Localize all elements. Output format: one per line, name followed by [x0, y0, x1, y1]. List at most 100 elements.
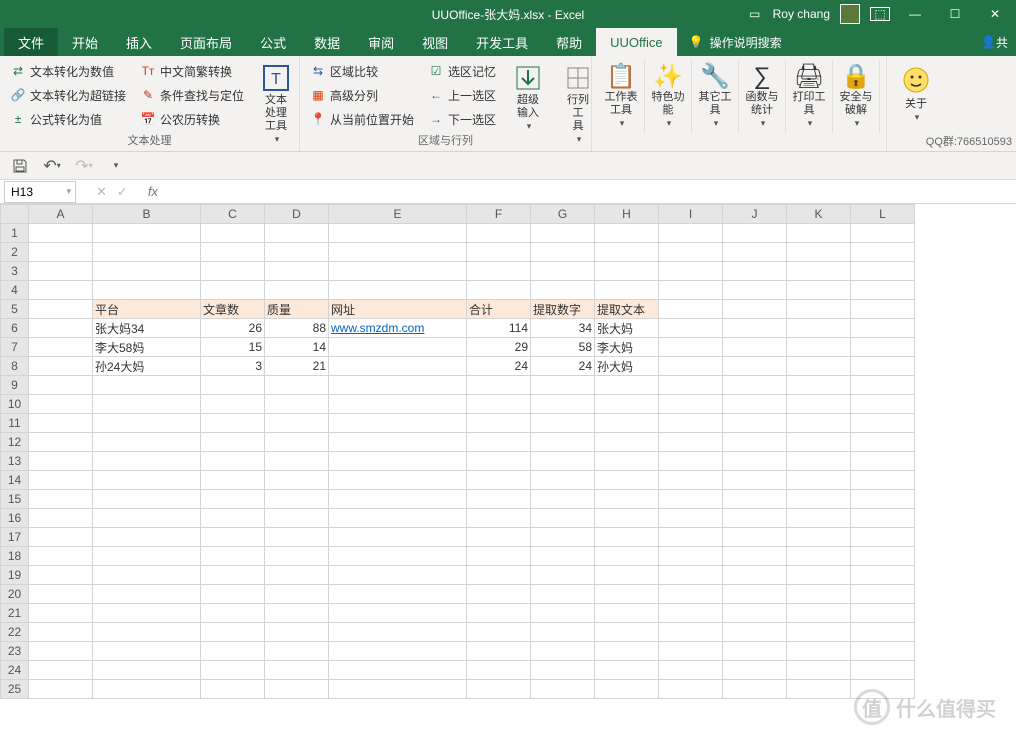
col-header-J[interactable]: J — [723, 205, 787, 224]
cell-H24[interactable] — [595, 661, 659, 680]
cell-D13[interactable] — [265, 452, 329, 471]
cell-D8[interactable]: 21 — [265, 357, 329, 376]
cell-E20[interactable] — [329, 585, 467, 604]
cell-D4[interactable] — [265, 281, 329, 300]
cell-F8[interactable]: 24 — [467, 357, 531, 376]
cell-E19[interactable] — [329, 566, 467, 585]
row-header-25[interactable]: 25 — [1, 680, 29, 699]
tab-插入[interactable]: 插入 — [112, 28, 166, 56]
col-header-L[interactable]: L — [851, 205, 915, 224]
cell-G5[interactable]: 提取数字 — [531, 300, 595, 319]
ribbon-cmd-高级分列[interactable]: ▦ 高级分列 — [306, 84, 418, 106]
cell-G9[interactable] — [531, 376, 595, 395]
cell-F10[interactable] — [467, 395, 531, 414]
cell-H19[interactable] — [595, 566, 659, 585]
cell-C7[interactable]: 15 — [201, 338, 265, 357]
cell-A11[interactable] — [29, 414, 93, 433]
cell-K13[interactable] — [787, 452, 851, 471]
cell-E8[interactable] — [329, 357, 467, 376]
cell-E22[interactable] — [329, 623, 467, 642]
row-header-23[interactable]: 23 — [1, 642, 29, 661]
col-header-K[interactable]: K — [787, 205, 851, 224]
cell-E12[interactable] — [329, 433, 467, 452]
cell-B6[interactable]: 张大妈34 — [93, 319, 201, 338]
cell-H21[interactable] — [595, 604, 659, 623]
cell-A1[interactable] — [29, 224, 93, 243]
formula-input[interactable] — [164, 181, 1016, 203]
cell-D12[interactable] — [265, 433, 329, 452]
cell-C9[interactable] — [201, 376, 265, 395]
cell-D21[interactable] — [265, 604, 329, 623]
cell-D10[interactable] — [265, 395, 329, 414]
cell-D14[interactable] — [265, 471, 329, 490]
cell-K6[interactable] — [787, 319, 851, 338]
redo-button[interactable]: ↷▾ — [72, 154, 96, 178]
cell-E5[interactable]: 网址 — [329, 300, 467, 319]
cell-B8[interactable]: 孙24大妈 — [93, 357, 201, 376]
cell-F12[interactable] — [467, 433, 531, 452]
cell-D24[interactable] — [265, 661, 329, 680]
cell-L4[interactable] — [851, 281, 915, 300]
cell-E21[interactable] — [329, 604, 467, 623]
row-header-16[interactable]: 16 — [1, 509, 29, 528]
cell-J18[interactable] — [723, 547, 787, 566]
cell-G15[interactable] — [531, 490, 595, 509]
cell-I21[interactable] — [659, 604, 723, 623]
cell-D3[interactable] — [265, 262, 329, 281]
col-header-C[interactable]: C — [201, 205, 265, 224]
cell-F16[interactable] — [467, 509, 531, 528]
cell-C17[interactable] — [201, 528, 265, 547]
cell-F17[interactable] — [467, 528, 531, 547]
cell-B5[interactable]: 平台 — [93, 300, 201, 319]
cell-H13[interactable] — [595, 452, 659, 471]
cell-J1[interactable] — [723, 224, 787, 243]
cell-F1[interactable] — [467, 224, 531, 243]
big-btn-1[interactable]: ✨特色功 能 — [645, 60, 691, 134]
col-header-A[interactable]: A — [29, 205, 93, 224]
cell-L14[interactable] — [851, 471, 915, 490]
cell-C20[interactable] — [201, 585, 265, 604]
cell-L17[interactable] — [851, 528, 915, 547]
cell-H12[interactable] — [595, 433, 659, 452]
cell-H11[interactable] — [595, 414, 659, 433]
cell-F9[interactable] — [467, 376, 531, 395]
cell-J20[interactable] — [723, 585, 787, 604]
cell-B2[interactable] — [93, 243, 201, 262]
cell-G8[interactable]: 24 — [531, 357, 595, 376]
cell-I13[interactable] — [659, 452, 723, 471]
cell-G24[interactable] — [531, 661, 595, 680]
cell-L11[interactable] — [851, 414, 915, 433]
cell-A6[interactable] — [29, 319, 93, 338]
row-header-8[interactable]: 8 — [1, 357, 29, 376]
cell-K14[interactable] — [787, 471, 851, 490]
cell-D1[interactable] — [265, 224, 329, 243]
cell-K17[interactable] — [787, 528, 851, 547]
cell-I1[interactable] — [659, 224, 723, 243]
cell-C2[interactable] — [201, 243, 265, 262]
cell-B10[interactable] — [93, 395, 201, 414]
cell-C15[interactable] — [201, 490, 265, 509]
cell-K24[interactable] — [787, 661, 851, 680]
cell-F11[interactable] — [467, 414, 531, 433]
cell-H5[interactable]: 提取文本 — [595, 300, 659, 319]
cell-B7[interactable]: 李大58妈 — [93, 338, 201, 357]
cell-E3[interactable] — [329, 262, 467, 281]
cell-D22[interactable] — [265, 623, 329, 642]
cell-B17[interactable] — [93, 528, 201, 547]
cell-J23[interactable] — [723, 642, 787, 661]
tab-帮助[interactable]: 帮助 — [542, 28, 596, 56]
ribbon-cmd-文本转化为超链接[interactable]: 🔗 文本转化为超链接 — [6, 84, 130, 106]
cell-B3[interactable] — [93, 262, 201, 281]
cell-E9[interactable] — [329, 376, 467, 395]
cell-H18[interactable] — [595, 547, 659, 566]
cell-I11[interactable] — [659, 414, 723, 433]
cell-A15[interactable] — [29, 490, 93, 509]
cell-F3[interactable] — [467, 262, 531, 281]
cell-J24[interactable] — [723, 661, 787, 680]
name-box[interactable]: H13 — [4, 181, 76, 203]
cell-A12[interactable] — [29, 433, 93, 452]
cell-I3[interactable] — [659, 262, 723, 281]
tab-页面布局[interactable]: 页面布局 — [166, 28, 246, 56]
cell-H1[interactable] — [595, 224, 659, 243]
cell-F6[interactable]: 114 — [467, 319, 531, 338]
